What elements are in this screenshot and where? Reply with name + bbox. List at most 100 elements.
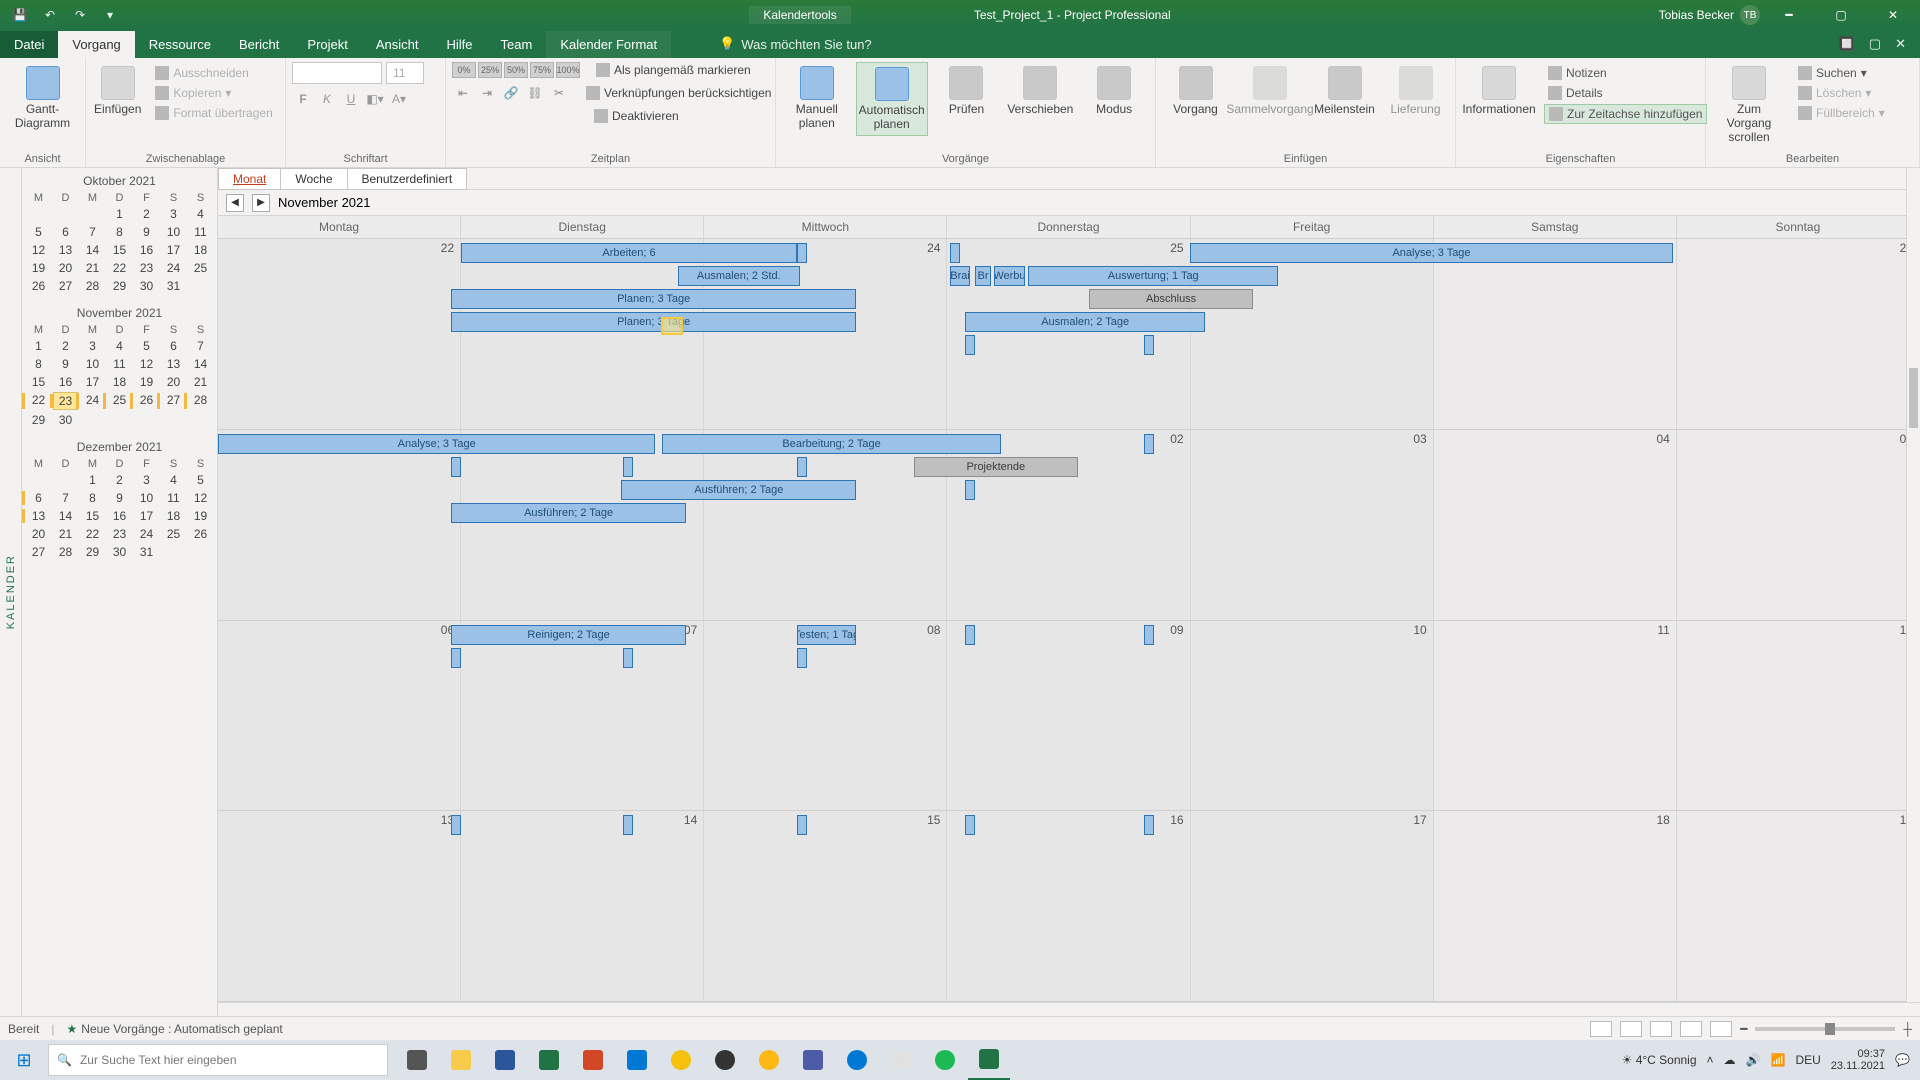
mini-calendar-day[interactable]: 30 xyxy=(107,544,132,560)
task-bar[interactable] xyxy=(623,648,633,668)
calendar-cell[interactable]: 09 xyxy=(947,621,1190,811)
chrome-icon[interactable] xyxy=(660,1040,702,1080)
task-bar[interactable] xyxy=(451,457,461,477)
mini-calendar-day[interactable]: 5 xyxy=(134,338,159,354)
zoom-slider[interactable] xyxy=(1755,1027,1895,1031)
view-tab-benutzer[interactable]: Benutzerdefiniert xyxy=(347,168,468,190)
mini-calendar-day[interactable]: 8 xyxy=(26,356,51,372)
tray-cloud-icon[interactable]: ☁ xyxy=(1724,1053,1736,1067)
mini-calendar-day[interactable]: 3 xyxy=(161,206,186,222)
calendar-cell[interactable]: 13 xyxy=(218,811,461,1001)
excel-icon[interactable] xyxy=(528,1040,570,1080)
mini-calendar-day[interactable]: 10 xyxy=(161,224,186,240)
obs-icon[interactable] xyxy=(704,1040,746,1080)
mini-calendar-day[interactable]: 13 xyxy=(161,356,186,372)
mini-calendar-day[interactable]: 22 xyxy=(80,526,105,542)
mini-calendar-day[interactable]: 16 xyxy=(107,508,132,524)
underline-button[interactable]: U xyxy=(340,88,362,110)
task-bar[interactable]: Werbu xyxy=(994,266,1025,286)
task-bar[interactable] xyxy=(965,335,975,355)
find-button[interactable]: Suchen ▾ xyxy=(1794,64,1889,82)
deactivate-button[interactable]: Deaktivieren xyxy=(590,108,683,124)
mini-calendar-day[interactable]: 6 xyxy=(26,490,51,506)
task-bar[interactable] xyxy=(950,243,960,263)
mini-calendar-day[interactable]: 26 xyxy=(26,278,51,294)
mini-calendar-day[interactable]: 25 xyxy=(107,392,132,410)
tell-me-search[interactable]: 💡 Was möchten Sie tun? xyxy=(711,30,880,58)
mini-calendar-day[interactable]: 20 xyxy=(161,374,186,390)
view-tab-woche[interactable]: Woche xyxy=(280,168,347,190)
tab-projekt[interactable]: Projekt xyxy=(293,31,361,58)
weather-widget[interactable]: ☀ 4°C Sonnig xyxy=(1622,1053,1697,1067)
close-button[interactable]: ✕ xyxy=(1870,0,1916,30)
percent-complete-strip[interactable]: 0%25%50%75%100% xyxy=(452,62,580,78)
ribbon-share-icon[interactable]: 🔲 xyxy=(1839,36,1855,52)
mini-calendar-day[interactable]: 13 xyxy=(26,508,51,524)
task-bar[interactable]: Planen; 3 Tage xyxy=(451,312,856,332)
mini-calendar-day[interactable]: 23 xyxy=(134,260,159,276)
respect-links[interactable]: Verknüpfungen berücksichtigen xyxy=(582,85,775,101)
calendar-cell[interactable]: 15 xyxy=(704,811,947,1001)
tab-ansicht[interactable]: Ansicht xyxy=(362,31,433,58)
mark-ontrack[interactable]: Als plangemäß markieren xyxy=(592,62,755,78)
fill-button[interactable]: Füllbereich ▾ xyxy=(1794,104,1889,122)
mini-calendar-day[interactable]: 21 xyxy=(80,260,105,276)
mini-calendar-day[interactable]: 12 xyxy=(26,242,51,258)
mini-calendar-day[interactable]: 27 xyxy=(26,544,51,560)
mini-calendar-day[interactable]: 9 xyxy=(107,490,132,506)
calendar-cell[interactable]: 11 xyxy=(1434,621,1677,811)
mini-calendar-day[interactable]: 23 xyxy=(53,392,78,410)
qat-more-icon[interactable]: ▾ xyxy=(98,3,122,27)
ribbon-collapse-icon[interactable]: ▢ xyxy=(1869,36,1881,52)
calendar-cell[interactable]: 05 xyxy=(1677,430,1920,620)
tab-bericht[interactable]: Bericht xyxy=(225,31,293,58)
undo-icon[interactable]: ↶ xyxy=(38,3,62,27)
task-bar[interactable] xyxy=(797,457,807,477)
maximize-button[interactable]: ▢ xyxy=(1818,0,1864,30)
mini-calendar-day[interactable]: 30 xyxy=(53,412,78,428)
paste-button[interactable]: Einfügen xyxy=(92,62,143,120)
mini-calendar-day[interactable]: 24 xyxy=(161,260,186,276)
notes-button[interactable]: Notizen xyxy=(1544,64,1707,82)
view-tab-monat[interactable]: Monat xyxy=(218,168,281,190)
view-btn-1[interactable] xyxy=(1590,1021,1612,1037)
mini-calendar-day[interactable]: 8 xyxy=(107,224,132,240)
view-btn-2[interactable] xyxy=(1620,1021,1642,1037)
calendar-cell[interactable]: 14 xyxy=(461,811,704,1001)
task-bar[interactable] xyxy=(797,815,807,835)
task-bar[interactable] xyxy=(1144,625,1154,645)
mini-calendar-day[interactable]: 25 xyxy=(161,526,186,542)
calendar-cell[interactable]: 16 xyxy=(947,811,1190,1001)
font-size-select[interactable]: 11 xyxy=(386,62,424,84)
calendar-cell[interactable]: 27 xyxy=(1434,239,1677,429)
tray-wifi-icon[interactable]: 📶 xyxy=(1771,1053,1786,1067)
notepad-icon[interactable] xyxy=(880,1040,922,1080)
task-bar[interactable]: Analyse; 3 Tage xyxy=(218,434,655,454)
mini-calendar-day[interactable]: 27 xyxy=(161,392,186,410)
insert-task-button[interactable]: Vorgang xyxy=(1162,62,1229,120)
mini-calendar-day[interactable]: 2 xyxy=(134,206,159,222)
calendar-cell[interactable]: 22 xyxy=(218,239,461,429)
manual-schedule-button[interactable]: Manuell planen xyxy=(782,62,852,134)
mini-calendar-day[interactable]: 11 xyxy=(161,490,186,506)
mini-calendar-day[interactable]: 24 xyxy=(134,526,159,542)
mini-calendar-day[interactable]: 28 xyxy=(80,278,105,294)
mini-calendar-day[interactable]: 31 xyxy=(134,544,159,560)
information-button[interactable]: Informationen xyxy=(1462,62,1536,120)
file-explorer-icon[interactable] xyxy=(440,1040,482,1080)
mini-calendar-day[interactable]: 5 xyxy=(26,224,51,240)
app-icon-1[interactable] xyxy=(748,1040,790,1080)
mini-calendar-day[interactable]: 1 xyxy=(26,338,51,354)
mini-calendar-day[interactable]: 11 xyxy=(188,224,213,240)
auto-schedule-button[interactable]: Automatisch planen xyxy=(856,62,928,136)
mini-calendar-day[interactable]: 18 xyxy=(161,508,186,524)
taskbar-search[interactable]: 🔍 Zur Suche Text hier eingeben xyxy=(48,1044,388,1076)
calendar-cell[interactable]: 08 xyxy=(704,621,947,811)
mini-calendar-day[interactable]: 4 xyxy=(107,338,132,354)
mini-calendar-day[interactable]: 14 xyxy=(80,242,105,258)
calendar-cell[interactable]: 01 Dez xyxy=(704,430,947,620)
user-avatar[interactable]: TB xyxy=(1740,5,1760,25)
app-icon-2[interactable] xyxy=(792,1040,834,1080)
edge-icon[interactable] xyxy=(836,1040,878,1080)
details-button[interactable]: Details xyxy=(1544,84,1707,102)
